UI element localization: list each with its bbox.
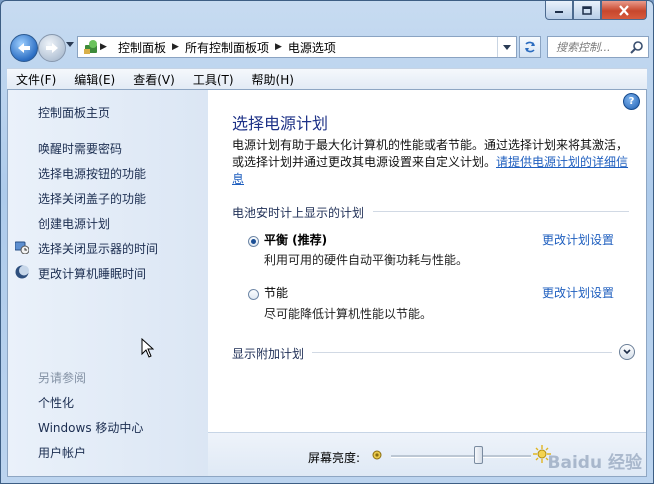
maximize-button[interactable] (573, 1, 601, 20)
plan-balanced-name[interactable]: 平衡 (推荐) (264, 231, 327, 248)
sidebar-display-off-time[interactable]: 选择关闭显示器的时间 (38, 240, 158, 257)
breadcrumb-power-options[interactable]: 电源选项 (288, 39, 336, 56)
breadcrumb-control-panel[interactable]: 控制面板 (118, 39, 166, 56)
refresh-icon (525, 41, 535, 53)
display-timer-icon (15, 241, 29, 254)
sleep-moon-icon (15, 265, 29, 279)
breadcrumb: 控制面板 ▶ 所有控制面板项 ▶ 电源选项 (78, 39, 336, 56)
content-area: 控制面板主页 唤醒时需要密码 选择电源按钮的功能 选择关闭盖子的功能 创建电源计… (7, 89, 647, 477)
plan-power-saver-change-link[interactable]: 更改计划设置 (542, 284, 614, 301)
brightness-slider[interactable] (391, 446, 531, 464)
plan-power-saver-radio[interactable] (248, 289, 259, 300)
plans-group-label: 电池安时计上显示的计划 (232, 206, 365, 220)
see-also-heading: 另请参阅 (38, 371, 87, 385)
chevron-down-icon (623, 349, 631, 355)
group-divider (373, 211, 629, 212)
sidebar-create-plan[interactable]: 创建电源计划 (38, 215, 110, 232)
maximize-icon (582, 5, 592, 15)
sidebar-user-accounts[interactable]: 用户帐户 (38, 444, 86, 461)
close-button[interactable] (601, 1, 647, 20)
brightness-slider-thumb[interactable] (473, 446, 483, 464)
sidebar-lid-close[interactable]: 选择关闭盖子的功能 (38, 190, 146, 207)
recent-pages-chevron-icon[interactable] (66, 42, 74, 48)
close-icon (619, 4, 629, 16)
control-panel-icon (84, 40, 97, 54)
navigation-bar: ▶ 控制面板 ▶ 所有控制面板项 ▶ 电源选项 (7, 31, 649, 63)
refresh-button[interactable] (519, 36, 541, 58)
brightness-low-icon (372, 450, 382, 460)
plan-balanced-change-link[interactable]: 更改计划设置 (542, 231, 614, 248)
menu-edit[interactable]: 编辑(E) (65, 71, 124, 88)
additional-divider (312, 352, 612, 353)
brightness-bar: 屏幕亮度: Baidu 经验 (208, 432, 646, 476)
plan-balanced-radio[interactable] (248, 236, 259, 247)
expand-additional-plans-button[interactable] (619, 344, 635, 360)
help-icon[interactable]: ? (623, 93, 640, 110)
breadcrumb-all-items[interactable]: 所有控制面板项 (185, 39, 269, 56)
forward-button[interactable] (38, 34, 66, 62)
minimize-icon (555, 11, 563, 13)
search-icon[interactable] (630, 40, 644, 54)
task-pane: 控制面板主页 唤醒时需要密码 选择电源按钮的功能 选择关闭盖子的功能 创建电源计… (8, 90, 208, 476)
menu-help[interactable]: 帮助(H) (243, 71, 303, 88)
page-description: 电源计划有助于最大化计算机的性能或者节能。通过选择计划来将其激活，或选择计划并通… (232, 137, 636, 188)
sidebar-sleep-time[interactable]: 更改计算机睡眠时间 (38, 265, 146, 282)
chevron-down-icon (503, 44, 511, 50)
menu-bar: 文件(F) 编辑(E) 查看(V) 工具(T) 帮助(H) (7, 68, 647, 90)
search-box[interactable] (547, 36, 649, 58)
brightness-label: 屏幕亮度: (308, 451, 361, 465)
additional-plans-label[interactable]: 显示附加计划 (232, 345, 304, 362)
plan-power-saver-desc: 尽可能降低计算机性能以节能。 (264, 307, 433, 321)
plan-power-saver-name[interactable]: 节能 (264, 284, 288, 301)
search-input[interactable] (554, 39, 632, 55)
menu-file[interactable]: 文件(F) (7, 71, 65, 88)
menu-view[interactable]: 查看(V) (124, 71, 184, 88)
minimize-button[interactable] (545, 1, 573, 20)
mouse-cursor-icon (141, 338, 154, 358)
sidebar-personalization[interactable]: 个性化 (38, 394, 74, 411)
address-bar[interactable]: ▶ 控制面板 ▶ 所有控制面板项 ▶ 电源选项 (77, 36, 517, 58)
forward-arrow-icon (46, 43, 58, 53)
back-button[interactable] (10, 34, 38, 62)
breadcrumb-separator: ▶ (100, 42, 107, 52)
additional-plans-header[interactable]: 显示附加计划 (232, 345, 304, 362)
back-arrow-icon (18, 43, 30, 53)
sidebar-mobility-center[interactable]: Windows 移动中心 (38, 419, 143, 436)
watermark: Baidu 经验 (547, 453, 642, 473)
sidebar-power-button[interactable]: 选择电源按钮的功能 (38, 165, 146, 182)
breadcrumb-separator[interactable]: ▶ (275, 42, 282, 52)
main-panel: ? 选择电源计划 电源计划有助于最大化计算机的性能或者节能。通过选择计划来将其激… (208, 90, 646, 476)
caption-buttons (545, 1, 647, 20)
plans-group-header: 电池安时计上显示的计划 (232, 204, 364, 221)
page-title: 选择电源计划 (232, 114, 329, 133)
address-dropdown-button[interactable] (497, 37, 516, 57)
sidebar-control-panel-home[interactable]: 控制面板主页 (38, 104, 110, 121)
control-panel-window: ▶ 控制面板 ▶ 所有控制面板项 ▶ 电源选项 文件(F) 编辑(E) 查看(V… (0, 0, 654, 484)
menu-tools[interactable]: 工具(T) (184, 71, 243, 88)
plan-balanced-desc: 利用可用的硬件自动平衡功耗与性能。 (264, 253, 469, 267)
breadcrumb-separator[interactable]: ▶ (172, 42, 179, 52)
sidebar-require-password[interactable]: 唤醒时需要密码 (38, 140, 122, 157)
